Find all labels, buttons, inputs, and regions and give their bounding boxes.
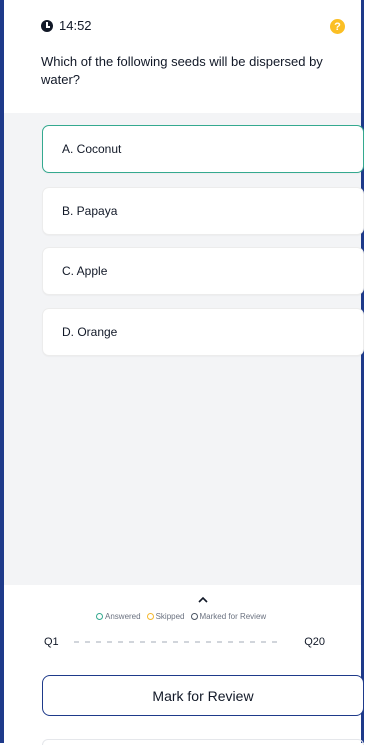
progress-dots xyxy=(74,641,277,643)
option-label: C. Apple xyxy=(62,264,108,278)
help-icon[interactable]: ? xyxy=(330,19,345,34)
progress-end[interactable]: Q20 xyxy=(304,636,325,648)
legend-skipped: Skipped xyxy=(146,612,185,621)
options-area: A. Coconut B. Papaya C. Apple D. Orange xyxy=(4,113,364,585)
mark-for-review-button[interactable]: Mark for Review xyxy=(42,675,364,716)
marked-dot-icon xyxy=(190,613,198,620)
option-d[interactable]: D. Orange xyxy=(42,308,364,356)
clock-icon xyxy=(41,19,53,32)
legend-answered: Answered xyxy=(96,612,141,621)
question-progress: Q1 Q20 xyxy=(44,635,325,649)
option-a[interactable]: A. Coconut xyxy=(42,125,364,173)
bottom-panel: Answered Skipped Marked for Review Q1 Q2… xyxy=(4,585,364,745)
skipped-dot-icon xyxy=(146,613,154,620)
option-c[interactable]: C. Apple xyxy=(42,247,364,295)
legend-marked: Marked for Review xyxy=(190,612,266,621)
timer-value: 14:52 xyxy=(59,18,92,33)
option-label: B. Papaya xyxy=(62,204,118,218)
quiz-header: 14:52 ? Which of the following seeds wil… xyxy=(4,0,361,113)
answered-dot-icon xyxy=(96,613,103,620)
next-button-partial[interactable] xyxy=(42,739,364,745)
app-frame: 14:52 ? Which of the following seeds wil… xyxy=(0,0,364,745)
progress-start[interactable]: Q1 xyxy=(44,636,59,648)
option-label: A. Coconut xyxy=(62,142,122,156)
status-legend: Answered Skipped Marked for Review xyxy=(96,612,266,621)
question-text: Which of the following seeds will be dis… xyxy=(41,54,323,87)
chevron-up-icon[interactable] xyxy=(198,595,208,605)
timer: 14:52 xyxy=(41,18,92,33)
option-label: D. Orange xyxy=(62,325,118,339)
option-b[interactable]: B. Papaya xyxy=(42,187,364,235)
